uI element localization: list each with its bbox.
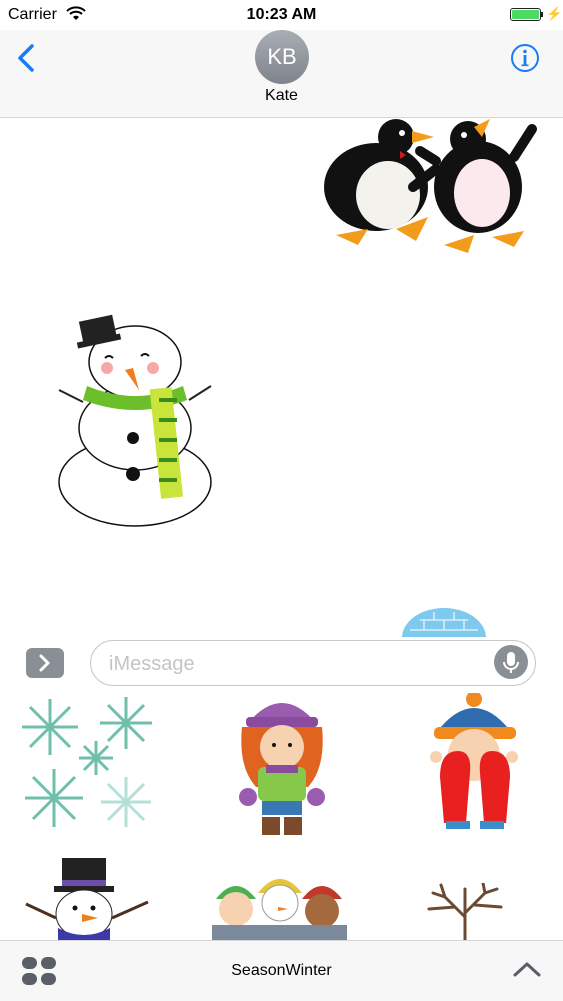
app-drawer-bar: SeasonWinter — [0, 940, 563, 1001]
message-input-bar: iMessage — [0, 637, 563, 694]
boy-mittens-sticker-icon[interactable] — [426, 693, 524, 838]
sticker-drawer — [0, 693, 563, 940]
battery-tip — [541, 12, 543, 17]
contact-name[interactable]: Kate — [0, 87, 563, 105]
igloo-sticker-icon[interactable] — [400, 608, 488, 638]
chevron-right-icon — [39, 654, 50, 672]
bare-tree-sticker-icon[interactable] — [425, 883, 505, 940]
charging-icon: ⚡ — [546, 6, 563, 21]
microphone-button[interactable] — [494, 645, 528, 679]
microphone-icon — [503, 652, 519, 673]
status-bar: Carrier 10:23 AM ⚡ — [0, 0, 563, 30]
snowman-hat-sticker-icon[interactable] — [22, 858, 152, 940]
message-field[interactable]: iMessage — [90, 640, 536, 686]
back-chevron-icon[interactable] — [12, 40, 42, 76]
kids-snowman-sticker-icon[interactable] — [212, 869, 347, 940]
clock: 10:23 AM — [246, 6, 317, 23]
snowman-scarf-sticker-icon[interactable] — [55, 310, 215, 530]
battery-icon — [510, 8, 541, 21]
chevron-up-icon[interactable] — [512, 959, 542, 979]
expand-button[interactable] — [26, 648, 64, 678]
penguins-sticker-icon[interactable] — [318, 117, 540, 257]
girl-winter-sticker-icon[interactable] — [236, 693, 328, 838]
snowflakes-sticker-icon[interactable] — [14, 693, 159, 833]
app-name-label: SeasonWinter — [231, 962, 332, 979]
info-icon[interactable] — [510, 43, 540, 73]
conversation-header: KB Kate — [0, 30, 563, 118]
avatar[interactable]: KB — [255, 30, 309, 84]
message-placeholder: iMessage — [109, 653, 195, 675]
